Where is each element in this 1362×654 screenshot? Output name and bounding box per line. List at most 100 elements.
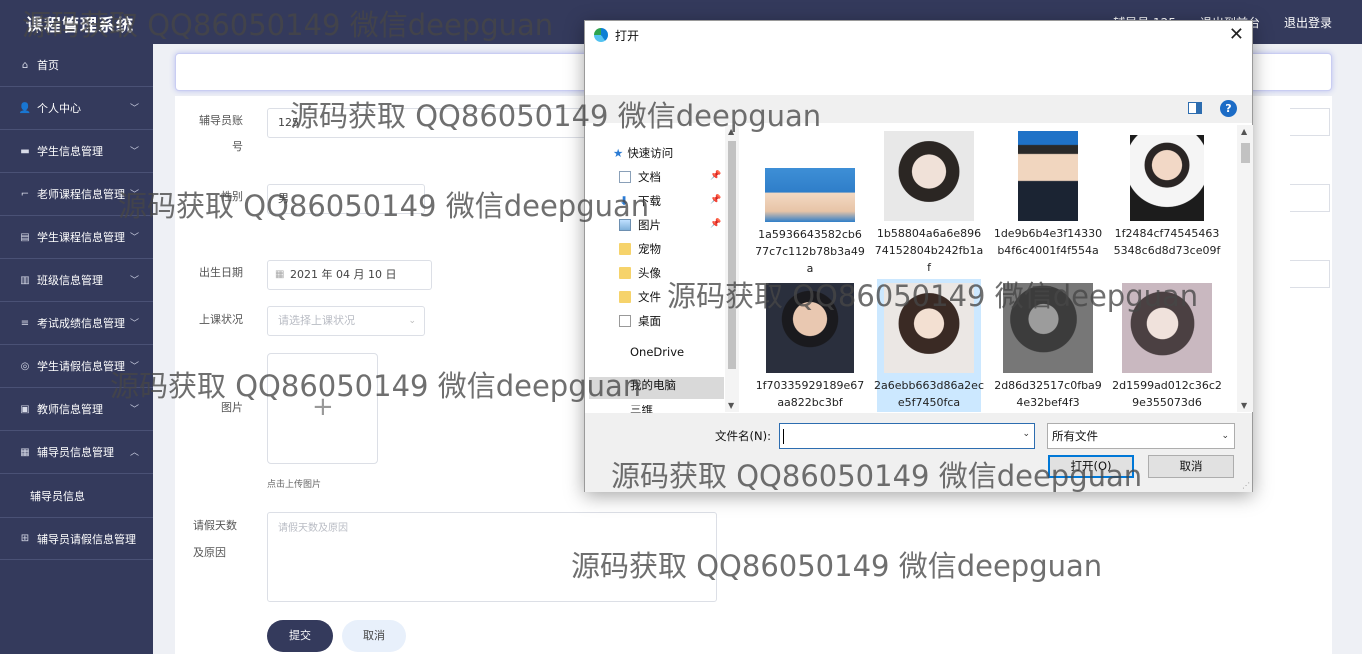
sidebar-subitem-counselor-info[interactable]: 辅导员信息: [0, 474, 153, 517]
file-item[interactable]: 1b58804a6a6e89674152804b242fb1af: [874, 131, 984, 276]
preview-pane-icon[interactable]: [1188, 102, 1202, 114]
book-icon: ▬: [20, 145, 30, 157]
file-grid-scrollbar[interactable]: ▲ ▼: [1237, 125, 1253, 412]
close-icon[interactable]: ✕: [1229, 24, 1244, 45]
circle-icon: ◎: [20, 360, 30, 372]
file-name: 2d86d32517c0fba94e32bef4f3: [994, 379, 1102, 409]
chart-icon: ▥: [20, 274, 30, 286]
file-item-selected[interactable]: 2a6ebb663d86a2ece5f7450fca: [874, 279, 984, 412]
filetype-select[interactable]: 所有文件 ⌄: [1047, 423, 1235, 449]
file-item[interactable]: 1f70335929189e67aa822bc3bf: [755, 283, 865, 411]
chevron-down-icon: ⌄: [1221, 431, 1229, 441]
folder-icon: [619, 267, 631, 279]
doc-icon: ▦: [20, 446, 30, 458]
sidebar-item[interactable]: ⌐ 老师课程信息管理 ﹀: [0, 173, 153, 216]
nav-onedrive[interactable]: OneDrive: [630, 345, 684, 359]
photo-label: 图片: [221, 401, 243, 414]
edge-browser-icon: [594, 28, 608, 42]
chevron-down-icon[interactable]: ⌄: [1022, 429, 1030, 439]
file-item[interactable]: 2d1599ad012c36c29e355073d6: [1112, 283, 1222, 411]
nav-scroll-thumb[interactable]: [728, 141, 736, 369]
gender-label: 性别: [221, 190, 243, 203]
file-item[interactable]: 2d86d32517c0fba94e32bef4f3: [993, 283, 1103, 411]
open-file-dialog: 打开 ✕ ? ★ 快速访问 文档 📌 ⬇ 下载 📌 图片 📌 宠物 头像 文件 …: [584, 20, 1253, 492]
file-name: 1de9b6b4e3f14330b4f6c4001f4f554a: [993, 227, 1103, 257]
leave-label: 请假天数及原因: [193, 519, 237, 559]
scroll-up-icon[interactable]: ▲: [1241, 127, 1247, 136]
nav-this-pc[interactable]: 我的电脑: [630, 377, 676, 393]
chevron-down-icon: ﹀: [129, 405, 139, 415]
image-thumbnail: [765, 168, 855, 222]
sidebar: ⌂ 首页 👤 个人中心 ﹀ ▬ 学生信息管理 ﹀ ⌐ 老师课程信息管理 ﹀ ▤ 学生课程信息管理 ﹀ ▥ 班级…: [0, 44, 153, 654]
file-item[interactable]: 1de9b6b4e3f14330b4f6c4001f4f554a: [993, 131, 1103, 259]
image-thumbnail: [1122, 283, 1212, 373]
file-grid-scroll-thumb[interactable]: [1241, 143, 1250, 163]
file-grid: 1a5936643582cb677c7c112b78b3a49a 1b58804…: [740, 125, 1237, 412]
desktop-icon: [619, 315, 631, 327]
pictures-icon: [619, 219, 631, 231]
help-icon[interactable]: ?: [1220, 100, 1237, 117]
file-name: 1a5936643582cb677c7c112b78b3a49a: [755, 228, 865, 275]
image-thumbnail: [884, 131, 974, 221]
chevron-up-icon: ︿: [129, 448, 139, 458]
chevron-down-icon: ⌄: [408, 316, 416, 326]
account-field[interactable]: 125: [267, 108, 597, 138]
folder-icon: [619, 243, 631, 255]
sidebar-item[interactable]: ▤ 学生课程信息管理 ﹀: [0, 216, 153, 259]
download-icon: ⬇: [619, 194, 630, 208]
file-name: 2a6ebb663d86a2ece5f7450fca: [874, 379, 984, 409]
sidebar-item[interactable]: ⌂ 首页: [0, 44, 153, 87]
logout-link[interactable]: 退出登录: [1284, 14, 1332, 31]
window-icon: ▣: [20, 403, 30, 415]
nav-3d-objects[interactable]: 三维: [630, 405, 653, 413]
sidebar-item-label: 辅导员请假信息管理: [37, 532, 136, 546]
file-item[interactable]: 1f2484cf745454635348c6d8d73ce09f: [1112, 131, 1222, 259]
sidebar-item[interactable]: ◎ 学生请假信息管理 ﹀: [0, 345, 153, 388]
submit-button[interactable]: 提交: [267, 620, 333, 652]
leave-reason-textarea[interactable]: 请假天数及原因: [267, 512, 717, 602]
dialog-cancel-button[interactable]: 取消: [1148, 455, 1234, 478]
resize-grip-icon[interactable]: ⋰: [1242, 481, 1250, 490]
photo-upload-box[interactable]: +: [267, 353, 378, 464]
sidebar-item[interactable]: ▬ 学生信息管理 ﹀: [0, 130, 153, 173]
nav-item-pictures[interactable]: 图片: [619, 217, 661, 233]
chevron-down-icon: ﹀: [129, 147, 139, 157]
status-select[interactable]: 请选择上课状况 ⌄: [267, 306, 425, 336]
nav-item-pets[interactable]: 宠物: [619, 241, 661, 257]
nav-scrollbar[interactable]: ▲ ▼: [725, 125, 739, 412]
filename-input[interactable]: ⌄: [779, 423, 1035, 449]
home-icon: ⌂: [21, 59, 29, 71]
nav-item-files[interactable]: 文件: [619, 289, 661, 305]
nav-item-avatars[interactable]: 头像: [619, 265, 661, 281]
nav-item-downloads[interactable]: ⬇ 下载: [619, 193, 661, 209]
gender-field-edge: [1290, 184, 1330, 212]
scroll-down-icon[interactable]: ▼: [1241, 401, 1247, 410]
chevron-down-icon: ﹀: [129, 190, 139, 200]
birth-date-picker[interactable]: ▦ 2021 年 04 月 10 日: [267, 260, 432, 290]
sidebar-item[interactable]: ≡ 考试成绩信息管理 ﹀: [0, 302, 153, 345]
pin-icon: 📌: [710, 195, 722, 205]
sidebar-item[interactable]: ▥ 班级信息管理 ﹀: [0, 259, 153, 302]
image-thumbnail: [1130, 135, 1204, 221]
sidebar-item-label: 学生信息管理: [37, 145, 103, 158]
gender-select[interactable]: 男: [267, 184, 425, 214]
nav-quick-access[interactable]: ★ 快速访问: [613, 145, 673, 161]
sidebar-item-label: 学生课程信息管理: [37, 231, 125, 244]
calendar-icon: ▦: [275, 269, 285, 280]
sidebar-item[interactable]: 👤 个人中心 ﹀: [0, 87, 153, 130]
scroll-up-icon[interactable]: ▲: [728, 127, 734, 136]
cancel-button[interactable]: 取消: [342, 620, 406, 652]
nav-item-desktop[interactable]: 桌面: [619, 313, 661, 329]
image-thumbnail: [884, 283, 974, 373]
sidebar-item[interactable]: ▣ 教师信息管理 ﹀: [0, 388, 153, 431]
sidebar-item[interactable]: ▦ 辅导员信息管理 ︿: [0, 431, 153, 474]
file-item[interactable]: 1a5936643582cb677c7c112b78b3a49a: [755, 131, 865, 277]
open-button[interactable]: 打开(O): [1048, 455, 1134, 478]
plus-icon: +: [312, 392, 334, 422]
nav-item-documents[interactable]: 文档: [619, 169, 661, 185]
sidebar-item[interactable]: ⊞ 辅导员请假信息管理: [0, 517, 153, 560]
sidebar-item-label: 学生请假信息管理: [37, 360, 125, 373]
upload-hint: 点击上传图片: [267, 480, 322, 490]
scroll-down-icon[interactable]: ▼: [728, 401, 734, 410]
briefcase-icon: ▤: [20, 231, 30, 243]
